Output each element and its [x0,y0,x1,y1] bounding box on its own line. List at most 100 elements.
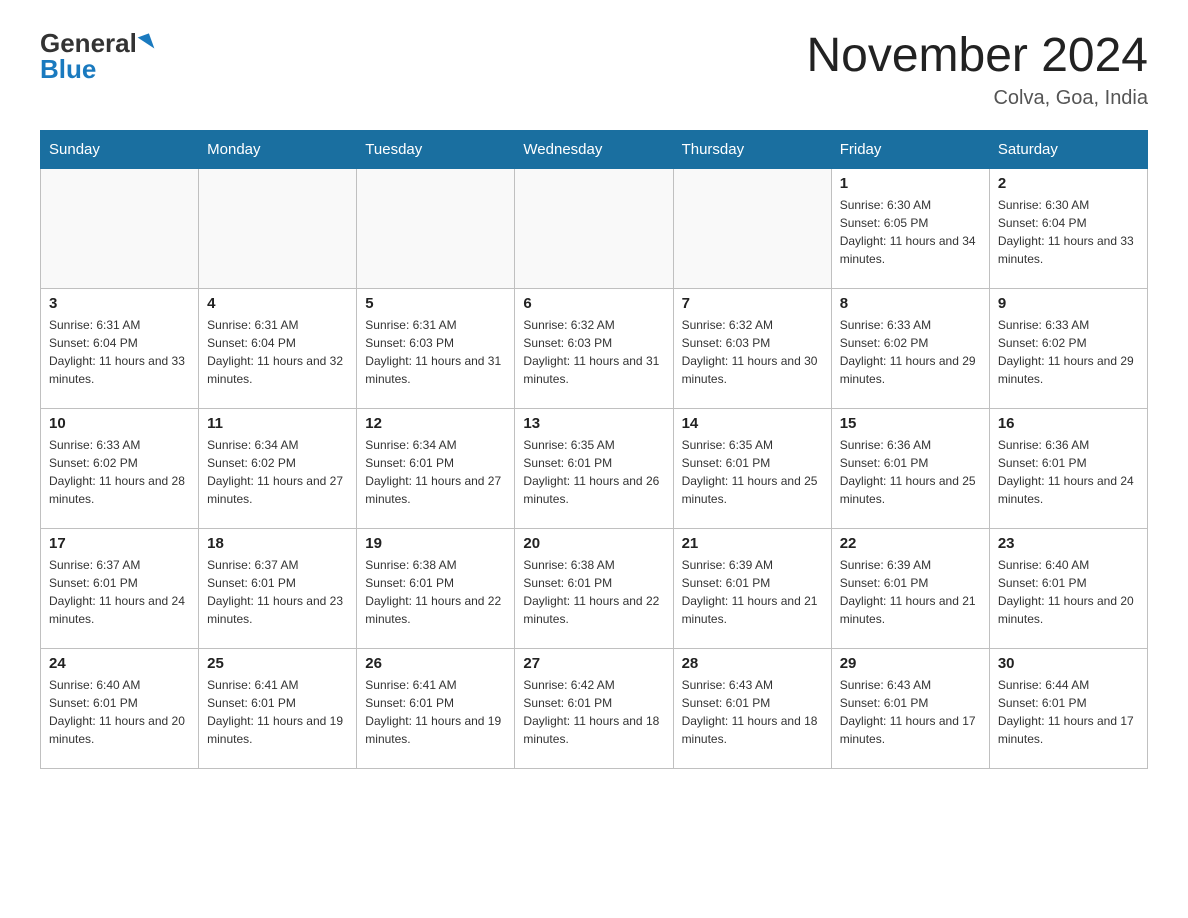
calendar-day-cell: 13Sunrise: 6:35 AMSunset: 6:01 PMDayligh… [515,408,673,528]
calendar-day-cell: 8 Sunrise: 6:33 AMSunset: 6:02 PMDaylight… [831,288,989,408]
day-info: Sunrise: 6:44 AMSunset: 6:01 PMDaylight:… [998,676,1139,748]
day-number: 19 [365,535,506,552]
day-info: Sunrise: 6:43 AMSunset: 6:01 PMDaylight:… [682,676,823,748]
calendar-day-cell: 4 Sunrise: 6:31 AMSunset: 6:04 PMDaylight… [199,288,357,408]
calendar-day-cell: 12 Sunrise: 6:34 AMSunset: 6:01 PMDayligh… [357,408,515,528]
page-header: General Blue November 2024 Colva, Goa, I… [40,30,1148,110]
day-info: Sunrise: 6:41 AMSunset: 6:01 PMDaylight:… [207,676,348,748]
day-number: 28 [682,655,823,672]
calendar-day-cell: 29 Sunrise: 6:43 AMSunset: 6:01 PMDayligh… [831,648,989,768]
calendar-day-cell: 23 Sunrise: 6:40 AMSunset: 6:01 PMDayligh… [989,528,1147,648]
calendar-title: November 2024 [806,30,1148,83]
day-number: 3 [49,295,190,312]
day-info: Sunrise: 6:30 AMSunset: 6:05 PMDaylight:… [840,196,981,268]
calendar-day-cell [515,168,673,288]
calendar-day-cell: 9 Sunrise: 6:33 AMSunset: 6:02 PMDaylight… [989,288,1147,408]
logo-blue-text: Blue [40,56,96,82]
calendar-day-cell: 1 Sunrise: 6:30 AMSunset: 6:05 PMDaylight… [831,168,989,288]
day-info: Sunrise: 6:34 AMSunset: 6:01 PMDaylight:… [365,436,506,508]
day-number: 13 [523,415,664,432]
day-info: Sunrise: 6:33 AMSunset: 6:02 PMDaylight:… [840,316,981,388]
day-number: 10 [49,415,190,432]
calendar-day-cell: 27Sunrise: 6:42 AMSunset: 6:01 PMDayligh… [515,648,673,768]
calendar-day-cell: 2 Sunrise: 6:30 AMSunset: 6:04 PMDaylight… [989,168,1147,288]
day-number: 16 [998,415,1139,432]
day-number: 14 [682,415,823,432]
calendar-day-cell: 28 Sunrise: 6:43 AMSunset: 6:01 PMDayligh… [673,648,831,768]
day-info: Sunrise: 6:43 AMSunset: 6:01 PMDaylight:… [840,676,981,748]
calendar-day-cell: 16 Sunrise: 6:36 AMSunset: 6:01 PMDayligh… [989,408,1147,528]
calendar-day-cell: 30 Sunrise: 6:44 AMSunset: 6:01 PMDayligh… [989,648,1147,768]
day-info: Sunrise: 6:36 AMSunset: 6:01 PMDaylight:… [840,436,981,508]
day-number: 9 [998,295,1139,312]
title-block: November 2024 Colva, Goa, India [806,30,1148,110]
day-info: Sunrise: 6:34 AMSunset: 6:02 PMDaylight:… [207,436,348,508]
day-info: Sunrise: 6:33 AMSunset: 6:02 PMDaylight:… [49,436,190,508]
day-number: 18 [207,535,348,552]
logo: General Blue [40,30,152,82]
calendar-week-row: 3 Sunrise: 6:31 AMSunset: 6:04 PMDaylight… [41,288,1148,408]
calendar-day-cell: 7Sunrise: 6:32 AMSunset: 6:03 PMDaylight… [673,288,831,408]
day-number: 25 [207,655,348,672]
day-number: 1 [840,175,981,192]
col-sunday: Sunday [41,130,199,168]
calendar-week-row: 24 Sunrise: 6:40 AMSunset: 6:01 PMDayligh… [41,648,1148,768]
day-number: 8 [840,295,981,312]
calendar-day-cell: 3Sunrise: 6:31 AMSunset: 6:04 PMDaylight… [41,288,199,408]
day-info: Sunrise: 6:40 AMSunset: 6:01 PMDaylight:… [998,556,1139,628]
day-number: 6 [523,295,664,312]
calendar-week-row: 17 Sunrise: 6:37 AMSunset: 6:01 PMDayligh… [41,528,1148,648]
day-number: 24 [49,655,190,672]
col-wednesday: Wednesday [515,130,673,168]
col-monday: Monday [199,130,357,168]
calendar-day-cell: 10 Sunrise: 6:33 AMSunset: 6:02 PMDayligh… [41,408,199,528]
day-number: 17 [49,535,190,552]
day-number: 12 [365,415,506,432]
day-info: Sunrise: 6:42 AMSunset: 6:01 PMDaylight:… [523,676,664,748]
day-number: 23 [998,535,1139,552]
day-info: Sunrise: 6:31 AMSunset: 6:04 PMDaylight:… [207,316,348,388]
calendar-day-cell: 20Sunrise: 6:38 AMSunset: 6:01 PMDayligh… [515,528,673,648]
calendar-week-row: 1 Sunrise: 6:30 AMSunset: 6:05 PMDaylight… [41,168,1148,288]
calendar-day-cell: 6 Sunrise: 6:32 AMSunset: 6:03 PMDaylight… [515,288,673,408]
calendar-day-cell: 18 Sunrise: 6:37 AMSunset: 6:01 PMDayligh… [199,528,357,648]
calendar-day-cell: 19 Sunrise: 6:38 AMSunset: 6:01 PMDayligh… [357,528,515,648]
day-info: Sunrise: 6:32 AMSunset: 6:03 PMDaylight:… [682,316,823,388]
col-friday: Friday [831,130,989,168]
day-info: Sunrise: 6:38 AMSunset: 6:01 PMDaylight:… [365,556,506,628]
day-info: Sunrise: 6:37 AMSunset: 6:01 PMDaylight:… [207,556,348,628]
col-saturday: Saturday [989,130,1147,168]
calendar-week-row: 10 Sunrise: 6:33 AMSunset: 6:02 PMDayligh… [41,408,1148,528]
calendar-day-cell [41,168,199,288]
day-number: 26 [365,655,506,672]
day-number: 2 [998,175,1139,192]
day-info: Sunrise: 6:32 AMSunset: 6:03 PMDaylight:… [523,316,664,388]
day-info: Sunrise: 6:33 AMSunset: 6:02 PMDaylight:… [998,316,1139,388]
calendar-day-cell: 26 Sunrise: 6:41 AMSunset: 6:01 PMDayligh… [357,648,515,768]
calendar-day-cell: 24 Sunrise: 6:40 AMSunset: 6:01 PMDayligh… [41,648,199,768]
day-info: Sunrise: 6:30 AMSunset: 6:04 PMDaylight:… [998,196,1139,268]
day-info: Sunrise: 6:35 AMSunset: 6:01 PMDaylight:… [682,436,823,508]
day-info: Sunrise: 6:39 AMSunset: 6:01 PMDaylight:… [682,556,823,628]
calendar-header-row: Sunday Monday Tuesday Wednesday Thursday… [41,130,1148,168]
day-number: 15 [840,415,981,432]
day-info: Sunrise: 6:36 AMSunset: 6:01 PMDaylight:… [998,436,1139,508]
calendar-day-cell: 21Sunrise: 6:39 AMSunset: 6:01 PMDayligh… [673,528,831,648]
day-number: 11 [207,415,348,432]
calendar-day-cell [199,168,357,288]
day-info: Sunrise: 6:40 AMSunset: 6:01 PMDaylight:… [49,676,190,748]
day-info: Sunrise: 6:31 AMSunset: 6:03 PMDaylight:… [365,316,506,388]
day-number: 4 [207,295,348,312]
calendar-day-cell: 11 Sunrise: 6:34 AMSunset: 6:02 PMDayligh… [199,408,357,528]
day-info: Sunrise: 6:39 AMSunset: 6:01 PMDaylight:… [840,556,981,628]
day-info: Sunrise: 6:41 AMSunset: 6:01 PMDaylight:… [365,676,506,748]
day-number: 30 [998,655,1139,672]
calendar-day-cell [357,168,515,288]
calendar-day-cell: 15 Sunrise: 6:36 AMSunset: 6:01 PMDayligh… [831,408,989,528]
logo-general-text: General [40,30,137,56]
calendar-day-cell: 14 Sunrise: 6:35 AMSunset: 6:01 PMDayligh… [673,408,831,528]
day-number: 22 [840,535,981,552]
day-number: 29 [840,655,981,672]
calendar-day-cell: 25 Sunrise: 6:41 AMSunset: 6:01 PMDayligh… [199,648,357,768]
calendar-day-cell: 17Sunrise: 6:37 AMSunset: 6:01 PMDayligh… [41,528,199,648]
